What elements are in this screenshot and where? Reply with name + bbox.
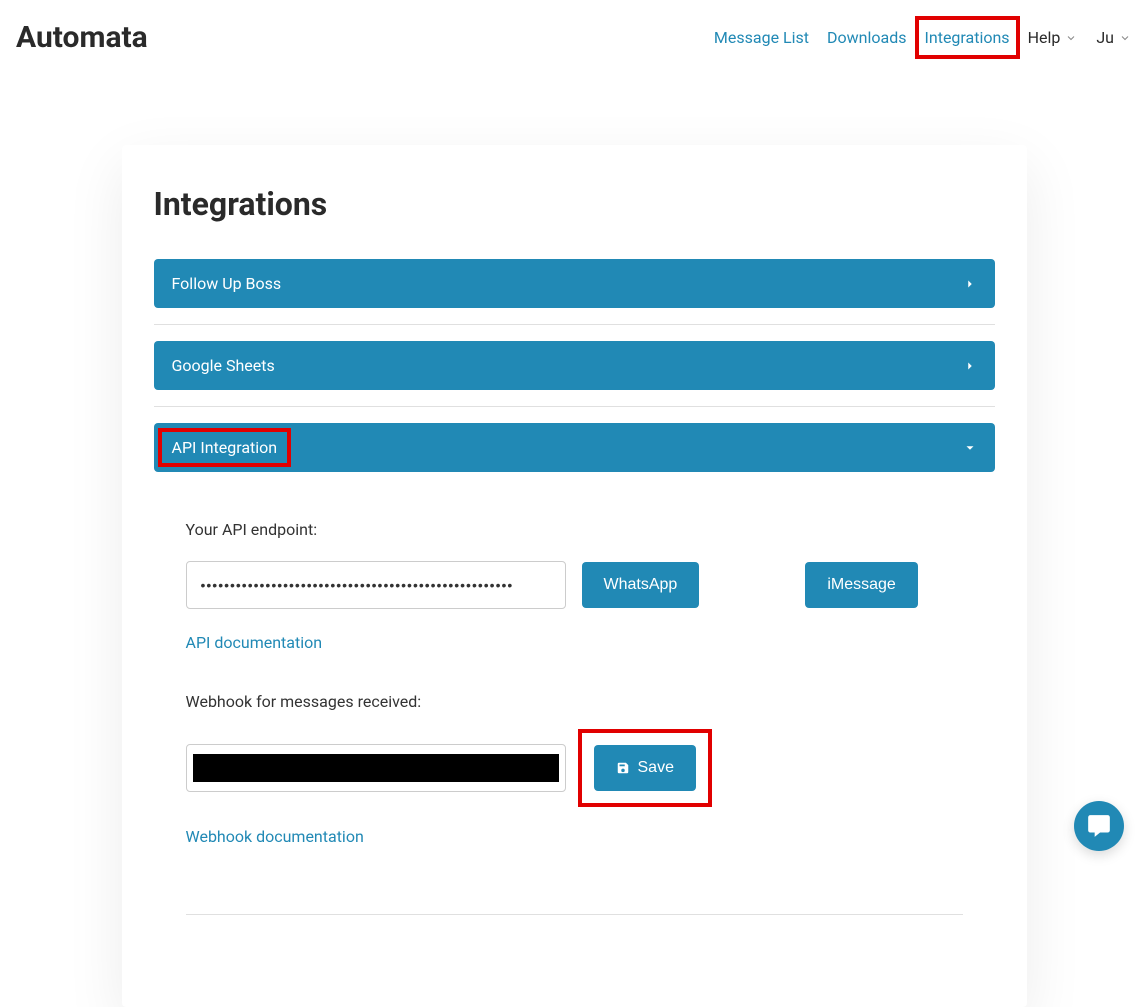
imessage-button[interactable]: iMessage — [805, 562, 917, 608]
divider — [186, 914, 963, 915]
chevron-right-icon — [963, 359, 977, 373]
accordion-label: API Integration — [164, 434, 286, 461]
accordion-google-sheets: Google Sheets — [154, 341, 995, 407]
api-endpoint-row: WhatsApp iMessage — [186, 561, 963, 609]
top-nav: Message List Downloads Integrations Help… — [714, 26, 1132, 49]
save-button-highlight: Save — [582, 733, 708, 803]
webhook-input[interactable] — [186, 744, 566, 792]
nav-integrations[interactable]: Integrations — [925, 26, 1010, 49]
webhook-documentation-link[interactable]: Webhook documentation — [186, 827, 364, 846]
nav-message-list[interactable]: Message List — [714, 28, 809, 47]
api-endpoint-input[interactable] — [186, 561, 566, 609]
webhook-label: Webhook for messages received: — [186, 692, 963, 711]
accordion-header-api-integration[interactable]: API Integration — [154, 423, 995, 472]
header: Automata Message List Downloads Integrat… — [0, 0, 1148, 75]
chevron-down-icon — [1064, 31, 1078, 45]
chevron-down-icon — [1118, 31, 1132, 45]
main-card: Integrations Follow Up Boss Google Sheet… — [122, 145, 1027, 1007]
accordion-follow-up-boss: Follow Up Boss — [154, 259, 995, 325]
api-endpoint-label: Your API endpoint: — [186, 520, 963, 539]
webhook-redacted-value — [193, 754, 559, 782]
nav-user-label: Ju — [1096, 28, 1114, 47]
accordion-label: Follow Up Boss — [172, 274, 282, 293]
chevron-right-icon — [963, 277, 977, 291]
chevron-down-icon — [963, 441, 977, 455]
chat-widget-button[interactable] — [1074, 801, 1124, 851]
webhook-row: Save — [186, 733, 963, 803]
nav-help-dropdown[interactable]: Help — [1028, 28, 1079, 47]
nav-help-label: Help — [1028, 28, 1061, 47]
api-integration-body: Your API endpoint: WhatsApp iMessage API… — [154, 472, 995, 915]
accordion-header-google-sheets[interactable]: Google Sheets — [154, 341, 995, 390]
save-button[interactable]: Save — [594, 745, 696, 791]
nav-downloads[interactable]: Downloads — [827, 28, 906, 47]
accordion-label: Google Sheets — [172, 356, 275, 375]
logo: Automata — [16, 20, 148, 55]
page-title: Integrations — [154, 185, 995, 223]
accordion-api-integration: API Integration Your API endpoint: Whats… — [154, 423, 995, 931]
whatsapp-button[interactable]: WhatsApp — [582, 562, 700, 608]
save-button-label: Save — [638, 759, 674, 777]
accordion-header-follow-up-boss[interactable]: Follow Up Boss — [154, 259, 995, 308]
save-icon — [616, 761, 630, 775]
api-documentation-link[interactable]: API documentation — [186, 633, 323, 652]
nav-user-dropdown[interactable]: Ju — [1096, 28, 1132, 47]
chat-icon — [1086, 813, 1112, 839]
